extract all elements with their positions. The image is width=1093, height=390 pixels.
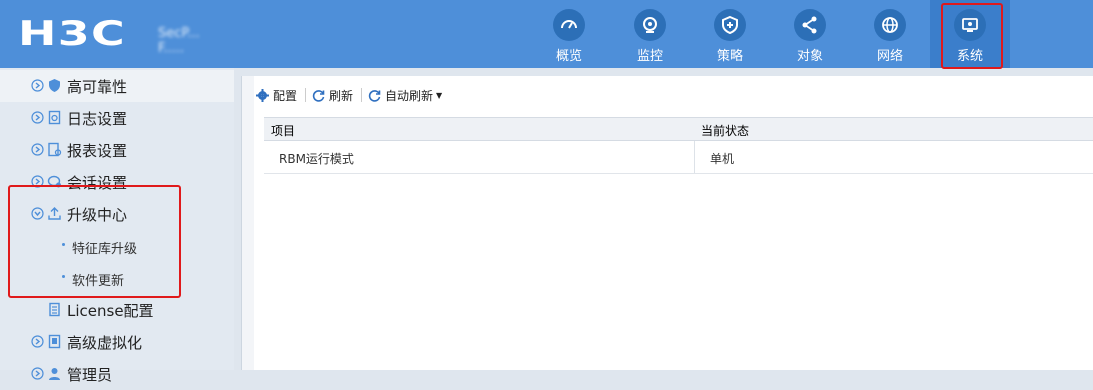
nav-policy[interactable]: 策略 [690, 0, 770, 68]
sidebar-item-label: 高级虚拟化 [67, 334, 143, 352]
table-header: 项目 当前状态 [264, 117, 1093, 141]
monitor-icon [634, 9, 666, 41]
shield-icon [714, 9, 746, 41]
sidebar-item-report-settings[interactable]: 报表设置 [0, 134, 234, 166]
nav-network-label: 网络 [876, 49, 903, 64]
config-button[interactable]: 配置 [256, 87, 297, 104]
nav-overview-label: 概览 [555, 49, 582, 64]
config-button-label: 配置 [273, 88, 298, 103]
main-content: 配置 刷新 自动刷新 ▼ 项目 当前状态 RBM运行模式 单机 [241, 76, 1093, 370]
caret-down-icon: ▼ [436, 90, 443, 100]
admin-icon [49, 368, 60, 380]
table-cell-item: RBM运行模式 [279, 152, 354, 166]
log-icon [48, 110, 61, 125]
auto-refresh-dropdown[interactable]: 自动刷新 ▼ [368, 87, 442, 104]
highlight-box-upgrade-center [8, 185, 181, 298]
content-left-strip [242, 76, 254, 370]
status-table: 项目 当前状态 RBM运行模式 单机 [264, 117, 1093, 174]
sidebar-item-label: 高可靠性 [67, 78, 128, 96]
sidebar-item-label: License配置 [67, 302, 154, 320]
sidebar-item-license[interactable]: License配置 [0, 294, 234, 326]
toolbar: 配置 刷新 自动刷新 ▼ [256, 84, 448, 106]
refresh-button-label: 刷新 [329, 88, 354, 103]
chevron-right-icon [31, 143, 44, 156]
sidebar-item-label: 报表设置 [67, 142, 128, 160]
refresh-button[interactable]: 刷新 [312, 87, 353, 104]
virtualization-icon [48, 334, 61, 349]
sidebar-item-admin[interactable]: 管理员 [0, 358, 234, 390]
gear-icon [256, 88, 269, 102]
h3c-logo: H3C [18, 14, 127, 54]
chevron-right-icon [31, 367, 44, 380]
sidebar-item-log-settings[interactable]: 日志设置 [0, 102, 234, 134]
sidebar-item-label: 管理员 [67, 366, 113, 384]
license-icon [49, 302, 60, 317]
column-header-status: 当前状态 [701, 124, 750, 138]
nav-object-label: 对象 [796, 49, 823, 64]
device-name: SecP... F..... [158, 26, 200, 56]
dashboard-icon [553, 9, 585, 41]
chevron-right-icon [31, 79, 44, 92]
highlight-box-system [941, 3, 1003, 69]
nav-overview[interactable]: 概览 [529, 0, 609, 68]
top-header: H3C SecP... F..... 概览 监控 策略 对象 网络 系统 [0, 0, 1093, 68]
column-header-item: 项目 [271, 124, 296, 138]
share-icon [794, 9, 826, 41]
shield-icon [49, 79, 60, 92]
nav-object[interactable]: 对象 [770, 0, 850, 68]
nav-network[interactable]: 网络 [850, 0, 930, 68]
sidebar-item-advanced-virtualization[interactable]: 高级虚拟化 [0, 326, 234, 358]
globe-icon [874, 9, 906, 41]
table-cell-status: 单机 [710, 152, 735, 166]
toolbar-divider [305, 88, 307, 102]
refresh-icon [368, 89, 381, 102]
nav-monitor[interactable]: 监控 [610, 0, 690, 68]
refresh-icon [312, 89, 325, 102]
table-row[interactable]: RBM运行模式 单机 [264, 141, 1093, 174]
toolbar-divider [361, 88, 363, 102]
column-divider [694, 141, 695, 173]
nav-monitor-label: 监控 [636, 49, 663, 64]
sidebar-item-high-availability[interactable]: 高可靠性 [0, 70, 234, 102]
report-icon [48, 142, 62, 157]
chevron-right-icon [31, 335, 44, 348]
chevron-right-icon [31, 111, 44, 124]
auto-refresh-label: 自动刷新 [385, 88, 434, 103]
sidebar-item-label: 日志设置 [67, 110, 128, 128]
nav-policy-label: 策略 [716, 49, 743, 64]
